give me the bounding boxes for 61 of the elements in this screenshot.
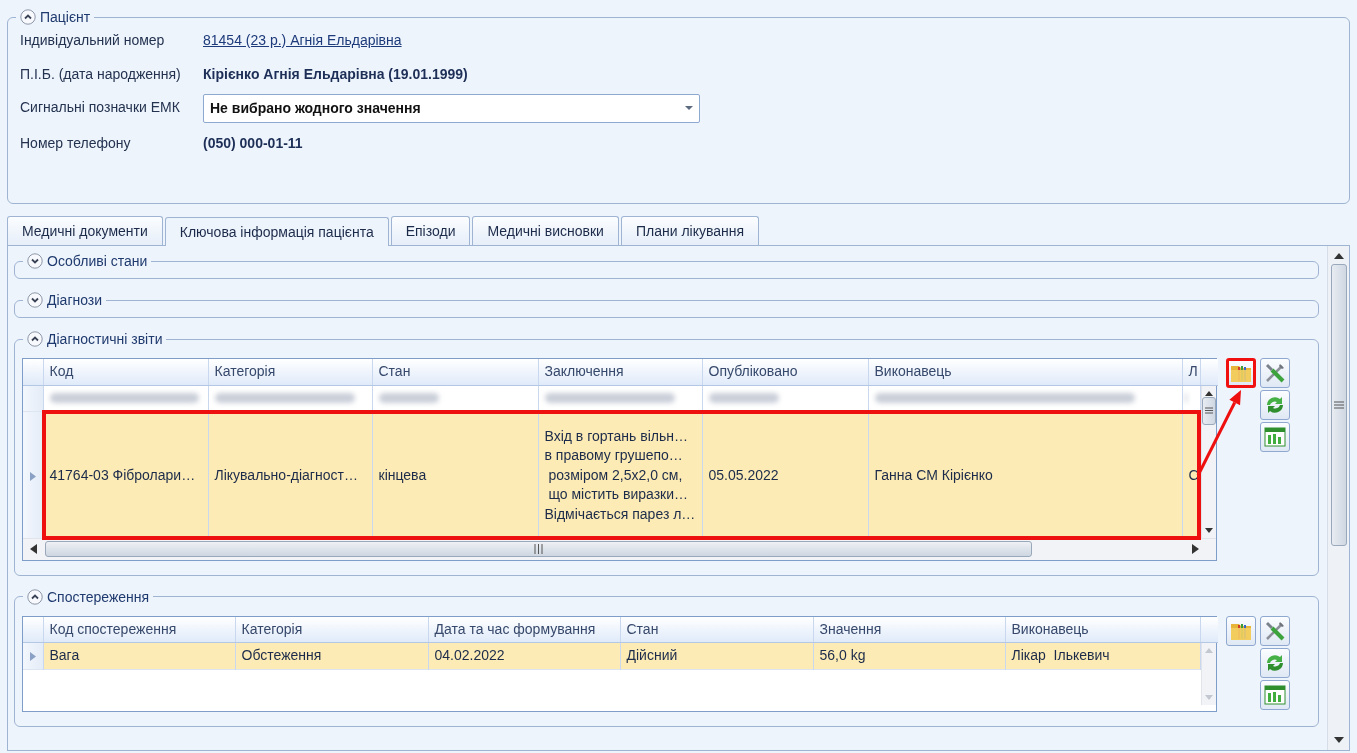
- column-header[interactable]: Стан: [620, 616, 813, 643]
- patient-link[interactable]: 81454 (23 р.) Агнія Ельдарівна: [203, 29, 402, 51]
- scroll-down-icon[interactable]: [1203, 526, 1214, 534]
- field-value: (050) 000-01-11: [203, 133, 303, 153]
- column-header[interactable]: Стан: [372, 359, 538, 385]
- table-cell: Дійсний: [620, 643, 813, 669]
- collapse-toggle[interactable]: [20, 9, 36, 25]
- table-cell: Лікар Ількевич: [1005, 643, 1200, 669]
- toolbar-button[interactable]: [1260, 390, 1290, 420]
- field-label: Сигнальні позначки ЕМК: [20, 98, 181, 117]
- column-header[interactable]: Виконавець: [868, 359, 1182, 385]
- collapse-toggle[interactable]: [27, 588, 43, 605]
- caret-icon: [685, 106, 693, 111]
- row-pointer-icon: [29, 471, 36, 481]
- column-header[interactable]: Код: [43, 359, 208, 385]
- section-title: Особливі стани: [47, 252, 148, 270]
- section-title: Діагнози: [47, 291, 103, 309]
- toolbar-button[interactable]: [1260, 358, 1290, 388]
- table-cell: Обстеження: [235, 643, 428, 669]
- tab[interactable]: Медичні висновки: [472, 216, 619, 245]
- section-title: Спостереження: [47, 587, 150, 606]
- column-header[interactable]: Опубліковано: [702, 359, 868, 385]
- field-label: Номер телефону: [20, 133, 132, 153]
- tab[interactable]: Ключова інформація пацієнта: [164, 217, 389, 246]
- table-cell: 04.02.2022: [428, 643, 620, 669]
- spreadsheet-icon: [1263, 682, 1287, 707]
- column-header[interactable]: Дата та час формування: [428, 616, 620, 643]
- scroll-down-icon[interactable]: [1332, 736, 1345, 744]
- field-label: П.І.Б. (дата народження): [20, 64, 182, 84]
- column-header[interactable]: Код спостереження: [43, 616, 235, 643]
- field-label: Індивідуальний номер: [20, 30, 166, 50]
- toolbar-button[interactable]: [1260, 679, 1290, 710]
- column-header[interactable]: Категорія: [208, 359, 372, 385]
- toolbar-button[interactable]: [1226, 615, 1256, 646]
- spreadsheet-icon: [1263, 425, 1287, 449]
- column-header[interactable]: Виконавець: [1005, 616, 1200, 643]
- field-value: Кірієнко Агнія Ельдарівна (19.01.1999): [203, 64, 468, 84]
- tab[interactable]: Медичні документи: [7, 216, 163, 245]
- section-title: Діагностичні звіти: [47, 330, 163, 348]
- table-cell: 56,0 kg: [813, 643, 1005, 669]
- grip-icon: [1204, 407, 1213, 414]
- column-header[interactable]: Категорія: [235, 616, 428, 643]
- collapse-toggle[interactable]: [27, 331, 43, 347]
- scroll-up-icon[interactable]: [1332, 252, 1345, 260]
- grip-icon: [534, 544, 543, 554]
- column-header[interactable]: Заключення: [538, 359, 702, 385]
- expand-toggle[interactable]: [27, 253, 43, 269]
- toolbar-button[interactable]: [1260, 422, 1290, 452]
- panel-title: Пацієнт: [40, 8, 91, 26]
- grip-icon: [1333, 401, 1344, 409]
- table-cell: Вага: [43, 643, 235, 669]
- tab[interactable]: Епізоди: [390, 216, 471, 245]
- column-header[interactable]: Значення: [813, 616, 1005, 643]
- toolbar-button[interactable]: [1260, 615, 1290, 646]
- row-pointer-icon: [29, 652, 36, 662]
- tools-icon: [1263, 361, 1287, 385]
- toolbar-button[interactable]: [1260, 647, 1290, 678]
- toolbar-button[interactable]: [1226, 358, 1256, 388]
- tab[interactable]: Плани лікування: [620, 216, 760, 245]
- dropdown-field[interactable]: Не вибрано жодного значення: [203, 94, 700, 123]
- expand-toggle[interactable]: [27, 292, 43, 308]
